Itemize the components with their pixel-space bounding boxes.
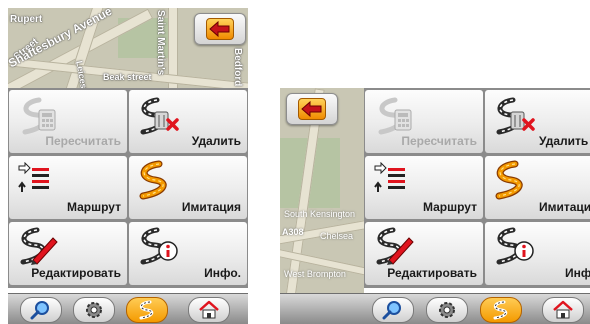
edit-route-icon bbox=[376, 227, 414, 265]
recalculate-label: Пересчитать bbox=[401, 134, 477, 148]
place-label: West Brompton bbox=[284, 269, 346, 279]
route-icon bbox=[493, 300, 508, 320]
back-button[interactable] bbox=[286, 93, 338, 125]
recalculate-icon bbox=[22, 97, 56, 135]
info-button[interactable]: Инфо. bbox=[485, 222, 590, 285]
edit-label: Редактировать bbox=[387, 266, 477, 280]
delete-button[interactable]: Удалить bbox=[485, 90, 590, 153]
simulation-label: Имитация bbox=[181, 200, 241, 214]
delete-route-icon bbox=[140, 97, 179, 135]
route-label: Маршрут bbox=[66, 200, 121, 214]
back-arrow-icon bbox=[206, 18, 234, 40]
bottom-toolbar bbox=[280, 293, 590, 324]
simulation-icon bbox=[495, 160, 523, 200]
street-label: Beak street bbox=[103, 72, 152, 82]
simulation-icon bbox=[139, 160, 167, 200]
route-info-icon bbox=[140, 227, 178, 265]
route-menu-button[interactable] bbox=[126, 297, 168, 323]
edit-label: Редактировать bbox=[31, 266, 121, 280]
recalculate-button[interactable]: Пересчитать bbox=[9, 90, 127, 153]
street-label: Bedford bbox=[232, 48, 243, 87]
search-icon bbox=[382, 301, 401, 320]
route-menu: Пересчитать Удалить Маршрут bbox=[364, 88, 590, 288]
home-button[interactable] bbox=[542, 297, 584, 323]
info-label: Инфо. bbox=[565, 266, 590, 280]
home-icon bbox=[553, 300, 573, 319]
edit-route-icon bbox=[20, 227, 58, 265]
route-list-icon bbox=[18, 162, 49, 192]
simulation-label: Имитация bbox=[539, 200, 590, 214]
home-icon bbox=[199, 300, 219, 319]
gear-icon bbox=[439, 302, 455, 318]
bottom-toolbar bbox=[8, 293, 248, 324]
search-button[interactable] bbox=[20, 297, 62, 323]
route-menu-button[interactable] bbox=[480, 297, 522, 323]
search-icon bbox=[30, 301, 49, 320]
recalculate-icon bbox=[378, 97, 412, 135]
edit-button[interactable]: Редактировать bbox=[9, 222, 127, 285]
info-button[interactable]: Инфо. bbox=[129, 222, 247, 285]
recalculate-label: Пересчитать bbox=[45, 134, 121, 148]
info-label: Инфо. bbox=[204, 266, 241, 280]
route-info-icon bbox=[496, 227, 534, 265]
gear-icon bbox=[86, 302, 102, 318]
back-arrow-icon bbox=[298, 98, 326, 120]
route-label: Маршрут bbox=[422, 200, 477, 214]
edit-button[interactable]: Редактировать bbox=[365, 222, 483, 285]
route-button[interactable]: Маршрут bbox=[365, 156, 483, 219]
delete-label: Удалить bbox=[191, 134, 241, 148]
route-button[interactable]: Маршрут bbox=[9, 156, 127, 219]
back-button[interactable] bbox=[194, 13, 246, 45]
home-button[interactable] bbox=[188, 297, 230, 323]
search-button[interactable] bbox=[372, 297, 414, 323]
settings-button[interactable] bbox=[426, 297, 468, 323]
landscape-screen: South Kensington A308 Chelsea West Bromp… bbox=[280, 88, 590, 324]
delete-route-icon bbox=[496, 97, 535, 135]
street-label: Saint Martin's bbox=[155, 10, 166, 76]
place-label: A308 bbox=[282, 227, 304, 237]
settings-button[interactable] bbox=[73, 297, 115, 323]
route-icon bbox=[139, 300, 154, 320]
route-menu: Пересчитать Удалить Маршрут bbox=[8, 88, 248, 288]
street-label: Rupert bbox=[10, 14, 43, 25]
place-label: South Kensington bbox=[284, 209, 356, 219]
delete-label: Удалить bbox=[539, 134, 589, 148]
simulation-button[interactable]: Имитация bbox=[129, 156, 247, 219]
delete-button[interactable]: Удалить bbox=[129, 90, 247, 153]
route-list-icon bbox=[374, 162, 405, 192]
place-label: Chelsea bbox=[320, 231, 354, 241]
recalculate-button[interactable]: Пересчитать bbox=[365, 90, 483, 153]
portrait-screen: Rupert Street Shaftesbury Avenue Saint M… bbox=[8, 8, 248, 324]
simulation-button[interactable]: Имитация bbox=[485, 156, 590, 219]
